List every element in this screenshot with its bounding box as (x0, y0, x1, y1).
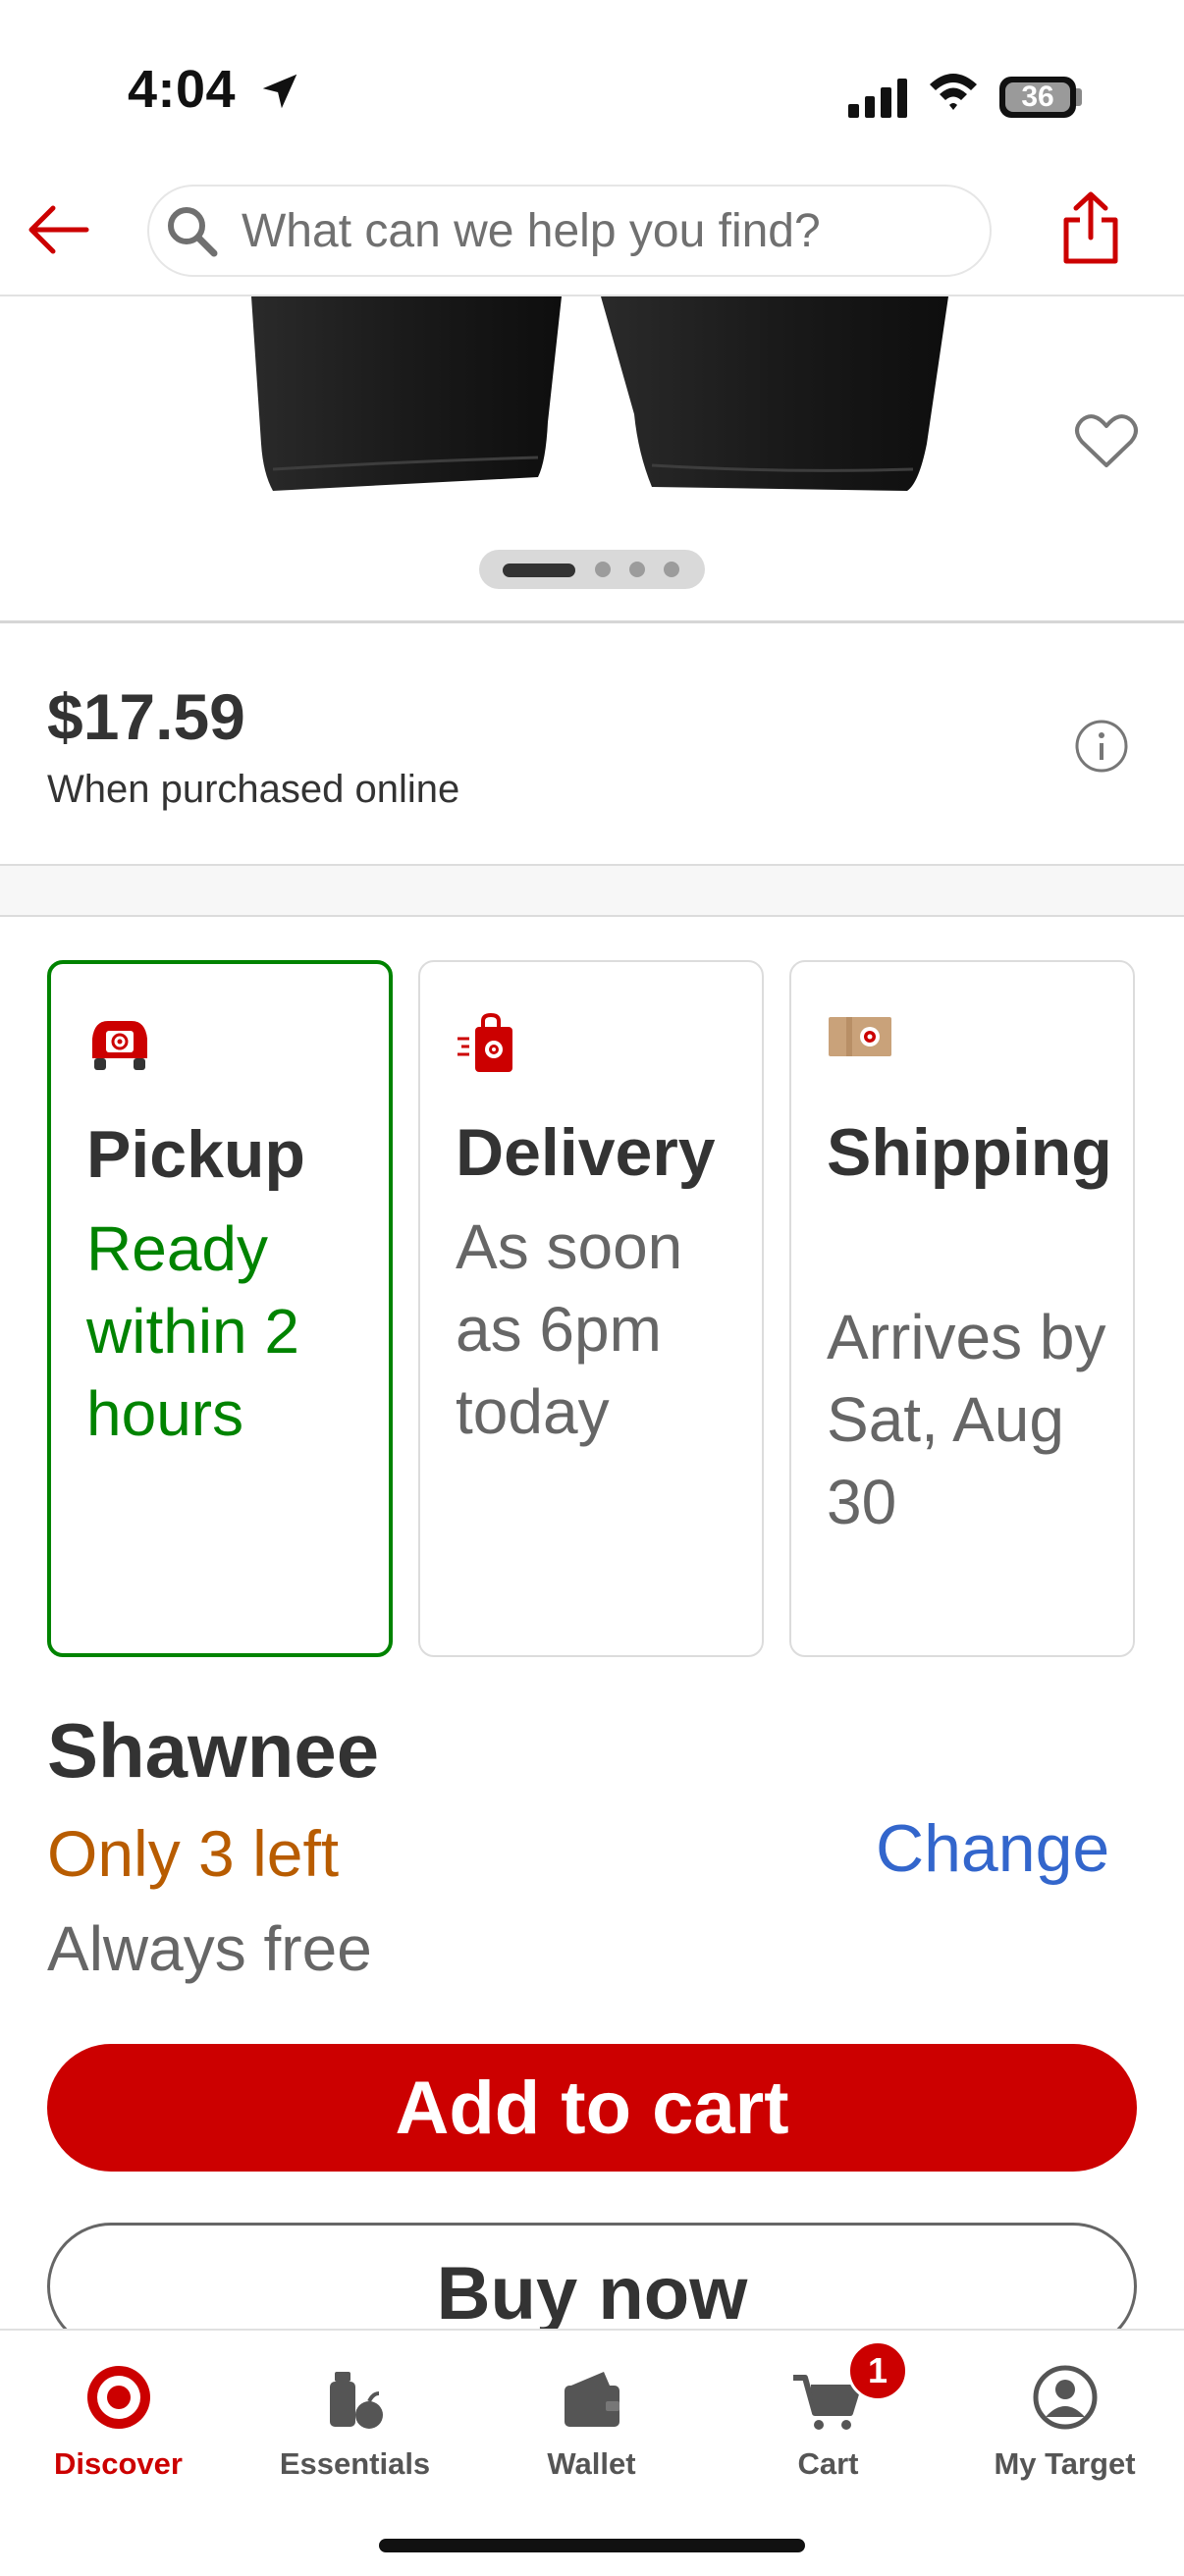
pickup-title: Pickup (86, 1117, 305, 1192)
carousel-dot (595, 562, 611, 577)
pickup-car-icon (86, 1015, 153, 1079)
nav-label-essentials: Essentials (279, 2446, 431, 2481)
product-price: $17.59 (47, 680, 245, 753)
status-time: 4:04 (128, 60, 237, 119)
nav-label-my-target: My Target (994, 2446, 1136, 2481)
shipping-option-card[interactable]: Shipping Arrives by Sat, Aug 30 (789, 960, 1135, 1657)
carousel-dot (629, 562, 645, 577)
cellular-signal-icon (848, 77, 907, 118)
share-icon[interactable] (1060, 188, 1121, 272)
back-arrow-icon[interactable] (24, 200, 92, 264)
nav-label-discover: Discover (54, 2446, 183, 2481)
pickup-detail: Ready within 2 hours (86, 1213, 299, 1449)
battery-icon: 36 (999, 77, 1076, 118)
battery-level: 36 (1005, 82, 1070, 112)
cart-count-badge: 1 (847, 2340, 908, 2401)
shipping-detail: Arrives by Sat, Aug 30 (827, 1302, 1106, 1537)
shipping-title: Shipping (827, 1115, 1112, 1190)
home-indicator (379, 2539, 805, 2552)
nav-discover[interactable]: Discover (0, 2331, 237, 2507)
nav-cart[interactable]: 1 Cart (710, 2331, 946, 2507)
pickup-option-card[interactable]: Pickup Ready within 2 hours (47, 960, 393, 1657)
wifi-icon (927, 69, 980, 121)
nav-essentials[interactable]: Essentials (237, 2331, 473, 2507)
essentials-icon (316, 2358, 395, 2437)
wallet-icon (553, 2358, 631, 2437)
change-store-link[interactable]: Change (876, 1810, 1109, 1887)
search-placeholder: What can we help you find? (242, 205, 821, 257)
shipping-box-icon (827, 1013, 893, 1065)
add-to-cart-button[interactable]: Add to cart (47, 2044, 1137, 2172)
price-note: When purchased online (47, 768, 460, 811)
delivery-option-card[interactable]: Delivery As soon as 6pm today (418, 960, 764, 1657)
nav-my-target[interactable]: My Target (946, 2331, 1183, 2507)
stock-status: Only 3 left (47, 1817, 340, 1890)
target-logo-icon (80, 2358, 158, 2437)
section-divider (0, 620, 1184, 623)
section-separator (0, 864, 1184, 917)
favorite-heart-icon[interactable] (1074, 412, 1139, 476)
store-name: Shawnee (47, 1707, 380, 1794)
nav-label-wallet: Wallet (547, 2446, 636, 2481)
info-icon[interactable] (1074, 719, 1129, 778)
carousel-dot-active (503, 564, 575, 577)
delivery-detail: As soon as 6pm today (456, 1211, 683, 1447)
search-icon (165, 204, 220, 264)
account-icon (1026, 2358, 1104, 2437)
nav-label-cart: Cart (797, 2446, 859, 2481)
delivery-title: Delivery (456, 1115, 716, 1190)
carousel-dot (664, 562, 679, 577)
pickup-cost: Always free (47, 1913, 372, 1984)
nav-wallet[interactable]: Wallet (473, 2331, 710, 2507)
delivery-bag-icon (456, 1012, 522, 1081)
location-arrow-icon (257, 69, 302, 119)
battery-nub (1076, 88, 1082, 106)
